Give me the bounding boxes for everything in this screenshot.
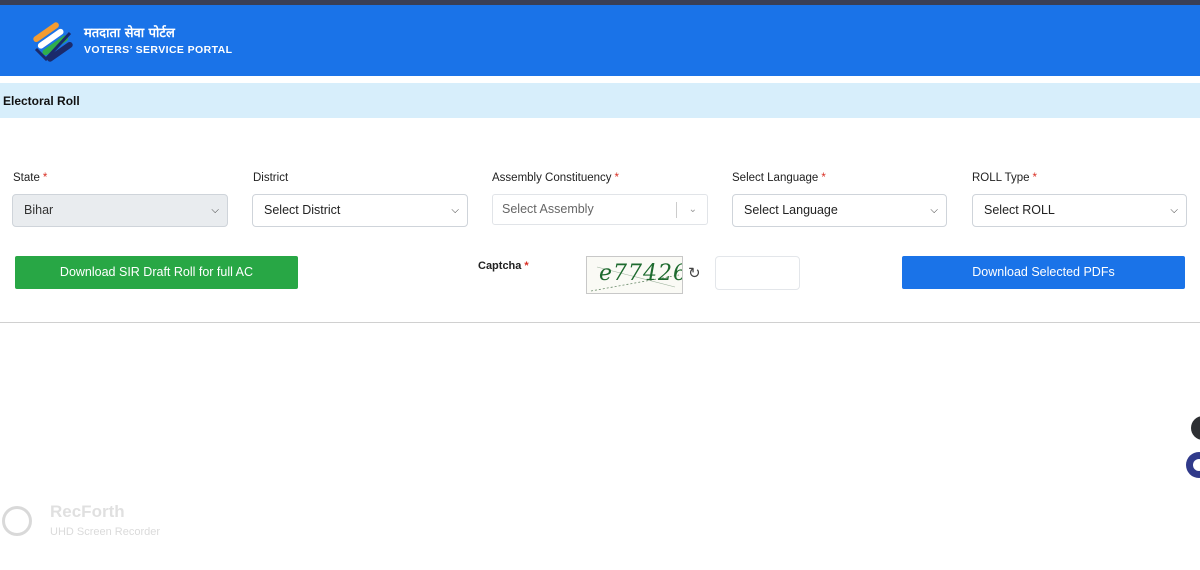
download-selected-pdfs-button[interactable]: Download Selected PDFs [902,256,1185,289]
state-label: State * [13,172,47,184]
brand-title-hindi: मतदाता सेवा पोर्टल [84,26,175,41]
state-select[interactable]: Bihar ⌵ [12,194,228,227]
page-title-bar: Electoral Roll [0,83,1200,118]
captcha-text: e77426 [599,261,683,286]
watermark-title: RecForth [50,502,125,521]
state-label-text: State [13,172,40,184]
floating-action-icon[interactable] [1191,416,1200,440]
watermark-subtitle: UHD Screen Recorder [50,526,161,538]
required-mark: * [614,172,620,184]
assembly-label-text: Assembly Constituency [492,172,612,184]
captcha-input[interactable] [715,256,800,290]
roll-type-label: ROLL Type * [972,172,1037,184]
roll-type-select-value: Select ROLL [984,203,1055,217]
district-label: District [253,172,288,184]
state-select-value: Bihar [24,203,54,217]
chevron-down-icon: ⌄ [688,204,697,215]
select-separator [676,202,677,218]
chevron-down-icon: ⌵ [1170,205,1178,216]
captcha-label: Captcha * [478,260,529,272]
captcha-label-text: Captcha [478,260,522,272]
site-header: मतदाता सेवा पोर्टल VOTERS’ SERVICE PORTA… [0,5,1200,76]
district-label-text: District [253,172,289,184]
assembly-select-placeholder: Select Assembly [502,202,594,216]
language-label-text: Select Language [732,172,819,184]
chevron-down-icon: ⌵ [451,205,459,216]
eci-logo-icon[interactable] [30,19,76,65]
refresh-captcha-icon[interactable]: ↻ [688,264,701,282]
header-gap [0,76,1200,83]
page-title: Electoral Roll [3,94,80,108]
assembly-select[interactable]: Select Assembly ⌄ [492,194,708,225]
language-select[interactable]: Select Language ⌵ [732,194,947,227]
section-divider [0,322,1200,323]
captcha-image: e77426 [586,256,683,294]
required-mark: * [524,260,529,272]
chevron-down-icon: ⌵ [211,205,219,216]
language-label: Select Language * [732,172,826,184]
district-select[interactable]: Select District ⌵ [252,194,468,227]
chevron-down-icon: ⌵ [930,205,938,216]
assembly-label: Assembly Constituency * [492,172,619,184]
camera-icon [2,506,32,536]
roll-type-select[interactable]: Select ROLL ⌵ [972,194,1187,227]
floating-eye-icon[interactable] [1186,452,1200,478]
required-mark: * [42,172,48,184]
district-select-value: Select District [264,203,341,217]
required-mark: * [1032,172,1038,184]
download-full-ac-button[interactable]: Download SIR Draft Roll for full AC [15,256,298,289]
roll-type-label-text: ROLL Type [972,172,1030,184]
required-mark: * [821,172,826,184]
language-select-value: Select Language [744,203,838,217]
brand-title-english: VOTERS’ SERVICE PORTAL [84,44,233,56]
